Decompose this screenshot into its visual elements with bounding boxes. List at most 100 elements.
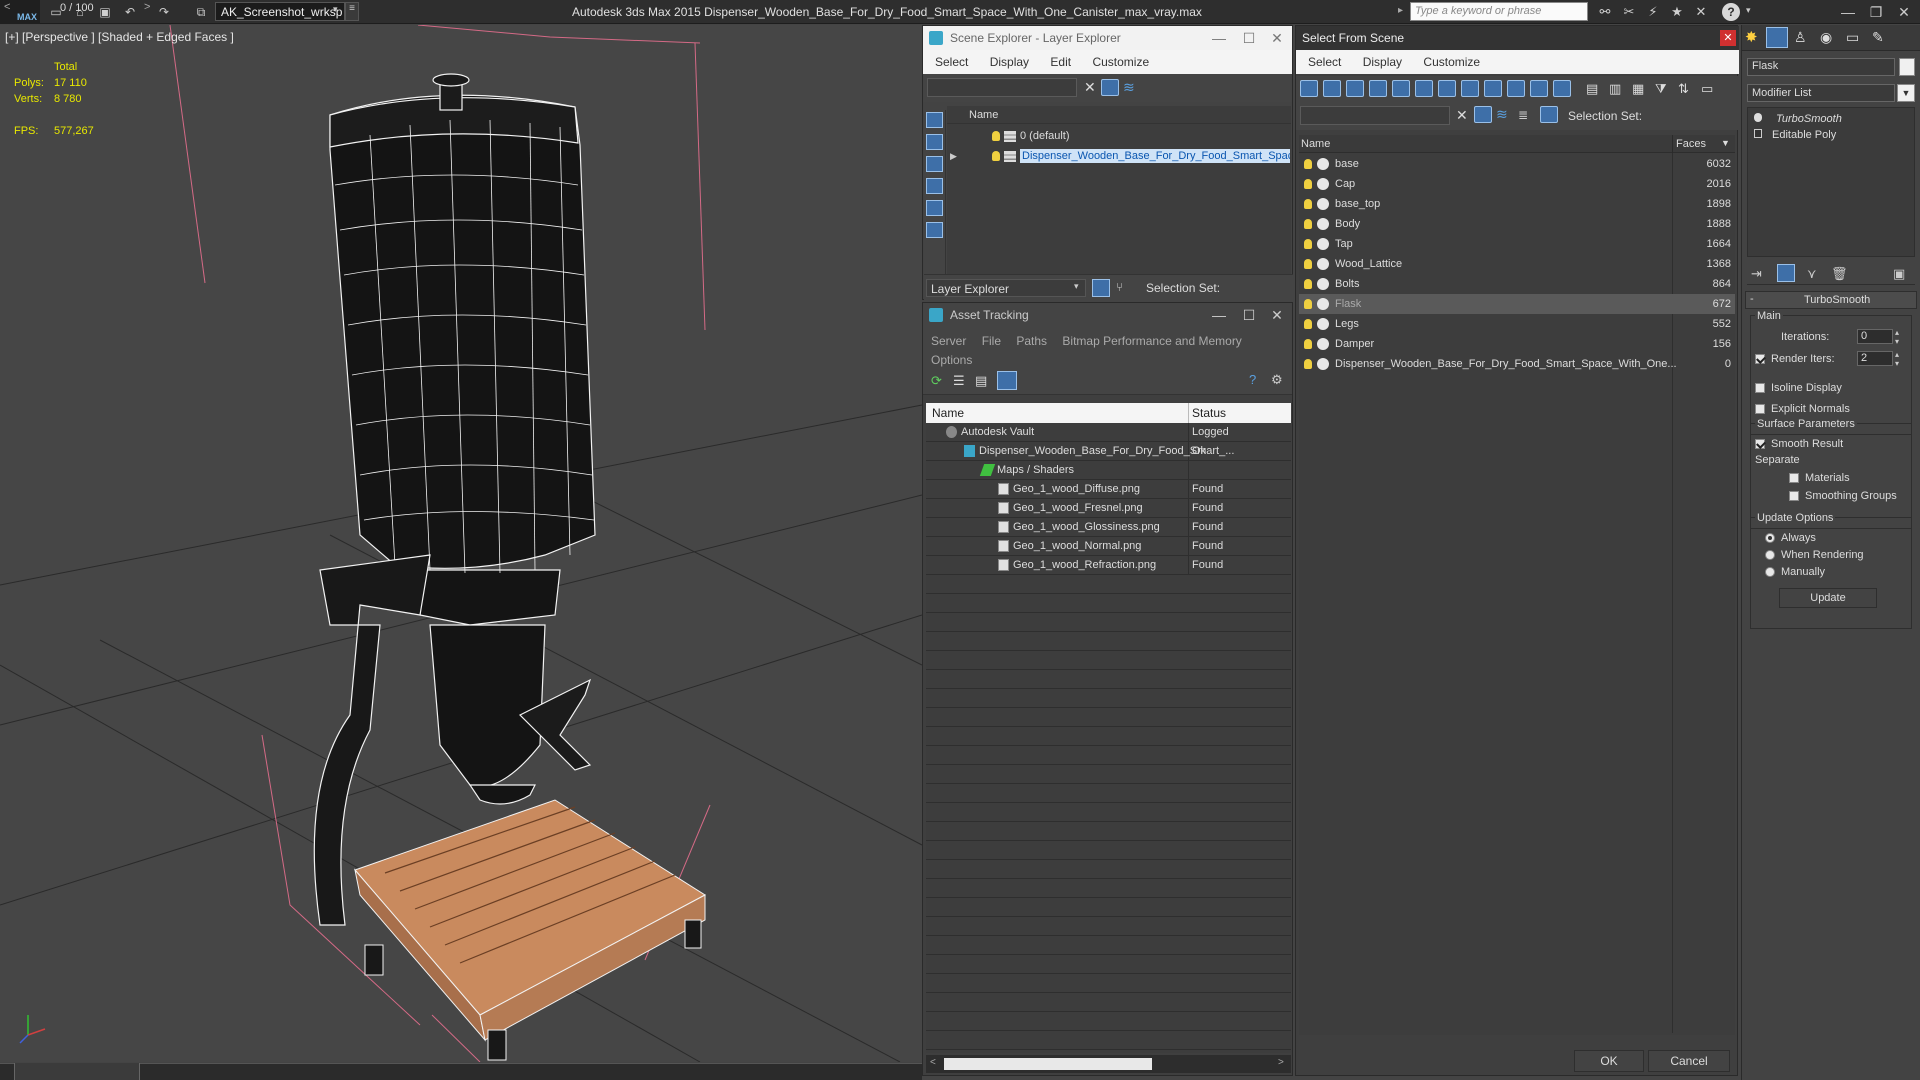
asset-row[interactable]: Geo_1_wood_Normal.png Found	[926, 537, 1291, 556]
show-end-result-icon[interactable]	[1777, 264, 1795, 282]
workspace-dropdown[interactable]: AK_Screenshot_wrksp	[215, 2, 345, 21]
exchange-icon[interactable]: ✕	[1692, 3, 1710, 21]
modify-tab-icon[interactable]	[1766, 27, 1788, 48]
asset-row[interactable]: Geo_1_wood_Diffuse.png Found	[926, 480, 1291, 499]
project-folder-icon[interactable]: ⧉	[193, 4, 209, 20]
menu-display[interactable]: Display	[1363, 55, 1402, 69]
scroll-thumb[interactable]	[944, 1058, 1152, 1070]
cancel-button[interactable]: Cancel	[1648, 1050, 1730, 1072]
bulb-icon[interactable]	[992, 151, 1000, 162]
tools-icon[interactable]: ✂	[1620, 3, 1638, 21]
bulb-icon[interactable]	[1304, 199, 1312, 209]
bulb-icon[interactable]	[1304, 259, 1312, 269]
render-iters-checkbox[interactable]	[1755, 351, 1771, 365]
manually-radio[interactable]	[1765, 564, 1781, 578]
display-tab-icon[interactable]: ▭	[1846, 29, 1859, 46]
column-faces-header[interactable]: Faces	[1676, 138, 1706, 150]
spinner-arrows-icon[interactable]: ▴ ▾	[1895, 350, 1899, 368]
next-frame-icon[interactable]: >	[144, 1, 150, 13]
menu-server[interactable]: Server	[931, 334, 966, 348]
filter-containers-icon[interactable]	[1507, 80, 1525, 97]
menu-customize[interactable]: Customize	[1092, 55, 1149, 69]
object-row[interactable]: Body 1888	[1299, 214, 1735, 234]
scroll-right-icon[interactable]: >	[1278, 1057, 1284, 1068]
minimize-icon[interactable]: —	[1208, 29, 1230, 47]
bulb-icon[interactable]	[992, 131, 1000, 142]
time-slider-thumb[interactable]	[14, 1063, 140, 1080]
layer-stack-icon[interactable]: ≋	[1123, 79, 1135, 96]
close-icon[interactable]: ✕	[1720, 30, 1736, 46]
utilities-tab-icon[interactable]: ✎	[1872, 29, 1884, 46]
bulb-icon[interactable]	[1304, 299, 1312, 309]
object-row[interactable]: Wood_Lattice 1368	[1299, 254, 1735, 274]
close-icon[interactable]: ✕	[1890, 2, 1918, 22]
list-view-icon[interactable]: ☰	[953, 373, 965, 389]
minimize-icon[interactable]: —	[1208, 306, 1230, 324]
column-status-header[interactable]: Status	[1192, 406, 1226, 420]
bulb-icon[interactable]	[1304, 359, 1312, 369]
grid-view-icon[interactable]	[997, 371, 1017, 390]
explorer-type-dropdown[interactable]: Layer Explorer	[926, 279, 1086, 297]
stack-item-turbosmooth[interactable]: TurboSmooth	[1754, 113, 1842, 125]
filter-hidden-icon[interactable]	[1553, 80, 1571, 97]
stack-item-editable-poly[interactable]: Editable Poly	[1754, 129, 1836, 141]
help-chevron-icon[interactable]: ▾	[1746, 5, 1751, 16]
display-shapes-icon[interactable]	[926, 134, 943, 150]
expand-arrow-icon[interactable]: ▶	[950, 151, 957, 162]
smoothing-groups-checkbox[interactable]	[1789, 488, 1805, 502]
motion-tab-icon[interactable]: ◉	[1820, 29, 1832, 46]
chevron-down-icon[interactable]: ▼	[1897, 84, 1915, 102]
menu-file[interactable]: File	[982, 334, 1001, 348]
select-all-icon[interactable]: ▤	[1586, 81, 1598, 97]
asset-row[interactable]: Geo_1_wood_Refraction.png Found	[926, 556, 1291, 575]
layer-stack-icon[interactable]: ≋	[1496, 106, 1508, 123]
object-row[interactable]: Dispenser_Wooden_Base_For_Dry_Food_Smart…	[1299, 354, 1735, 374]
scene-explorer-search-input[interactable]	[927, 78, 1077, 97]
collapse-icon[interactable]: ▭	[1701, 81, 1713, 97]
redo-icon[interactable]: ↷	[156, 4, 172, 20]
filter-helpers-icon[interactable]	[1392, 80, 1410, 97]
bulb-icon[interactable]	[1304, 239, 1312, 249]
object-row[interactable]: base 6032	[1299, 154, 1735, 174]
update-button[interactable]: Update	[1779, 588, 1877, 608]
make-unique-icon[interactable]: ⋎	[1807, 266, 1817, 282]
render-iters-spinner[interactable]: 2	[1857, 351, 1893, 366]
remove-modifier-icon[interactable]: 🗑	[1831, 266, 1848, 282]
display-lights-icon[interactable]	[926, 156, 943, 172]
filter-spacewarps-icon[interactable]	[1415, 80, 1433, 97]
maximize-icon[interactable]: ☐	[1238, 306, 1260, 324]
asset-row[interactable]: Maps / Shaders	[926, 461, 1291, 480]
pin-stack-icon[interactable]: ⇥	[1751, 266, 1762, 282]
sort-descending-icon[interactable]: ▼	[1721, 138, 1730, 148]
display-spacewarps-icon[interactable]	[926, 222, 943, 238]
materials-checkbox[interactable]	[1789, 470, 1805, 484]
layer-row-default[interactable]: 0 (default)	[992, 126, 1290, 146]
object-row[interactable]: base_top 1898	[1299, 194, 1735, 214]
turbosmooth-rollout-header[interactable]: - TurboSmooth	[1745, 291, 1917, 309]
menu-edit[interactable]: Edit	[1050, 55, 1071, 69]
bulb-icon[interactable]	[1304, 179, 1312, 189]
hierarchy-mode-icon[interactable]	[1540, 106, 1558, 123]
bulb-icon[interactable]	[1304, 279, 1312, 289]
select-search-input[interactable]	[1300, 106, 1450, 125]
invert-selection-icon[interactable]: ▦	[1632, 81, 1644, 97]
select-none-icon[interactable]: ▥	[1609, 81, 1621, 97]
subscription-icon[interactable]: ⚡	[1644, 3, 1662, 21]
viewport-label[interactable]: [+] [Perspective ] [Shaded + Edged Faces…	[5, 30, 234, 44]
help-icon[interactable]: ?	[1722, 3, 1740, 21]
refresh-icon[interactable]: ⟳	[931, 373, 942, 389]
filter-options-icon[interactable]: ⧩	[1655, 81, 1667, 97]
asset-row[interactable]: Dispenser_Wooden_Base_For_Dry_Food_Smart…	[926, 442, 1291, 461]
filter-icon[interactable]	[1474, 106, 1492, 123]
menu-paths[interactable]: Paths	[1016, 334, 1047, 348]
search-input[interactable]: Type a keyword or phrase	[1410, 2, 1588, 21]
search-expand-icon[interactable]: ▸	[1398, 5, 1403, 16]
display-helpers-icon[interactable]	[926, 200, 943, 216]
menu-bitmap-performance[interactable]: Bitmap Performance and Memory	[1062, 334, 1241, 348]
sort-icon[interactable]: ⇅	[1678, 81, 1689, 97]
hierarchy-tab-icon[interactable]: ♙	[1794, 29, 1807, 46]
minimize-icon[interactable]: —	[1834, 2, 1862, 22]
collapse-icon[interactable]: -	[1750, 293, 1754, 305]
asset-tracking-titlebar[interactable]: Asset Tracking — ☐ ✕	[923, 303, 1292, 327]
display-cameras-icon[interactable]	[926, 178, 943, 194]
